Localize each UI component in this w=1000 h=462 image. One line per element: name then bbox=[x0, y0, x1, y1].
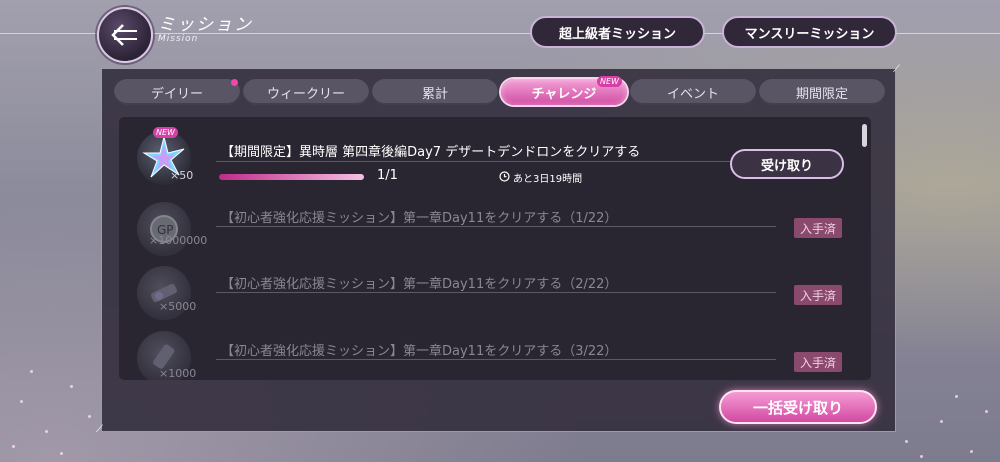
row-divider bbox=[216, 161, 776, 162]
back-button[interactable] bbox=[97, 7, 153, 63]
notification-dot bbox=[231, 79, 238, 86]
claimed-badge: 入手済 bbox=[794, 285, 842, 305]
reward-quantity: ×1000000 bbox=[149, 234, 208, 247]
claimed-badge: 入手済 bbox=[794, 218, 842, 238]
reward-quantity: ×1000 bbox=[159, 367, 197, 380]
row-divider bbox=[216, 226, 776, 227]
clock-icon bbox=[499, 170, 510, 185]
time-remaining: あと3日19時間 bbox=[499, 170, 582, 185]
receive-button[interactable]: 受け取り bbox=[730, 149, 844, 179]
reward-quantity: ×50 bbox=[170, 169, 194, 182]
new-badge: NEW bbox=[597, 76, 622, 87]
bulk-receive-button[interactable]: 一括受け取り bbox=[719, 390, 877, 424]
progress-text: 1/1 bbox=[377, 168, 398, 183]
progress-bar bbox=[219, 174, 364, 180]
tab-weekly[interactable]: ウィークリー bbox=[243, 79, 369, 105]
list-scrollbar[interactable] bbox=[862, 124, 867, 147]
mission-title: 【期間限定】異時層 第四章後編Day7 デザートデンドロンをクリアする bbox=[221, 145, 641, 160]
gp-coin-icon: GP bbox=[137, 202, 191, 256]
row-divider bbox=[216, 292, 776, 293]
new-badge: NEW bbox=[153, 127, 178, 138]
claimed-badge: 入手済 bbox=[794, 352, 842, 372]
page-title: ミッション bbox=[158, 15, 253, 35]
time-remaining-text: あと3日19時間 bbox=[513, 174, 583, 185]
monthly-mission-button[interactable]: マンスリーミッション bbox=[722, 16, 897, 48]
list-item: ×1000 【初心者強化応援ミッション】第一章Day11をクリアする（3/22）… bbox=[119, 331, 871, 380]
list-item: ×5000 【初心者強化応援ミッション】第一章Day11をクリアする（2/22）… bbox=[119, 264, 871, 328]
tab-limited[interactable]: 期間限定 bbox=[759, 79, 885, 105]
list-item: NEW ×50 【期間限定】異時層 第四章後編Day7 デザートデンドロンをクリ… bbox=[119, 121, 871, 185]
mission-list: NEW ×50 【期間限定】異時層 第四章後編Day7 デザートデンドロンをクリ… bbox=[119, 117, 871, 380]
expert-mission-button[interactable]: 超上級者ミッション bbox=[530, 16, 705, 48]
panel-corner-ornament: ⟋ bbox=[96, 424, 103, 435]
mission-title: 【初心者強化応援ミッション】第一章Day11をクリアする（3/22） bbox=[221, 344, 618, 359]
reward-quantity: ×5000 bbox=[159, 300, 197, 313]
tab-daily[interactable]: デイリー bbox=[114, 79, 240, 105]
list-item: GP ×1000000 【初心者強化応援ミッション】第一章Day11をクリアする… bbox=[119, 197, 871, 261]
mission-title: 【初心者強化応援ミッション】第一章Day11をクリアする（1/22） bbox=[221, 211, 618, 226]
page-subtitle: Mission bbox=[158, 34, 199, 44]
mission-title: 【初心者強化応援ミッション】第一章Day11をクリアする（2/22） bbox=[221, 277, 618, 292]
panel-corner-ornament: ⟋ bbox=[893, 64, 900, 75]
tab-event[interactable]: イベント bbox=[630, 79, 756, 105]
tab-cumulative[interactable]: 累計 bbox=[372, 79, 498, 105]
progress-fill bbox=[219, 174, 364, 180]
row-divider bbox=[216, 359, 776, 360]
mission-tabs: デイリー ウィークリー 累計 チャレンジ イベント 期間限定 bbox=[114, 79, 886, 105]
back-arrow-icon bbox=[111, 24, 137, 46]
